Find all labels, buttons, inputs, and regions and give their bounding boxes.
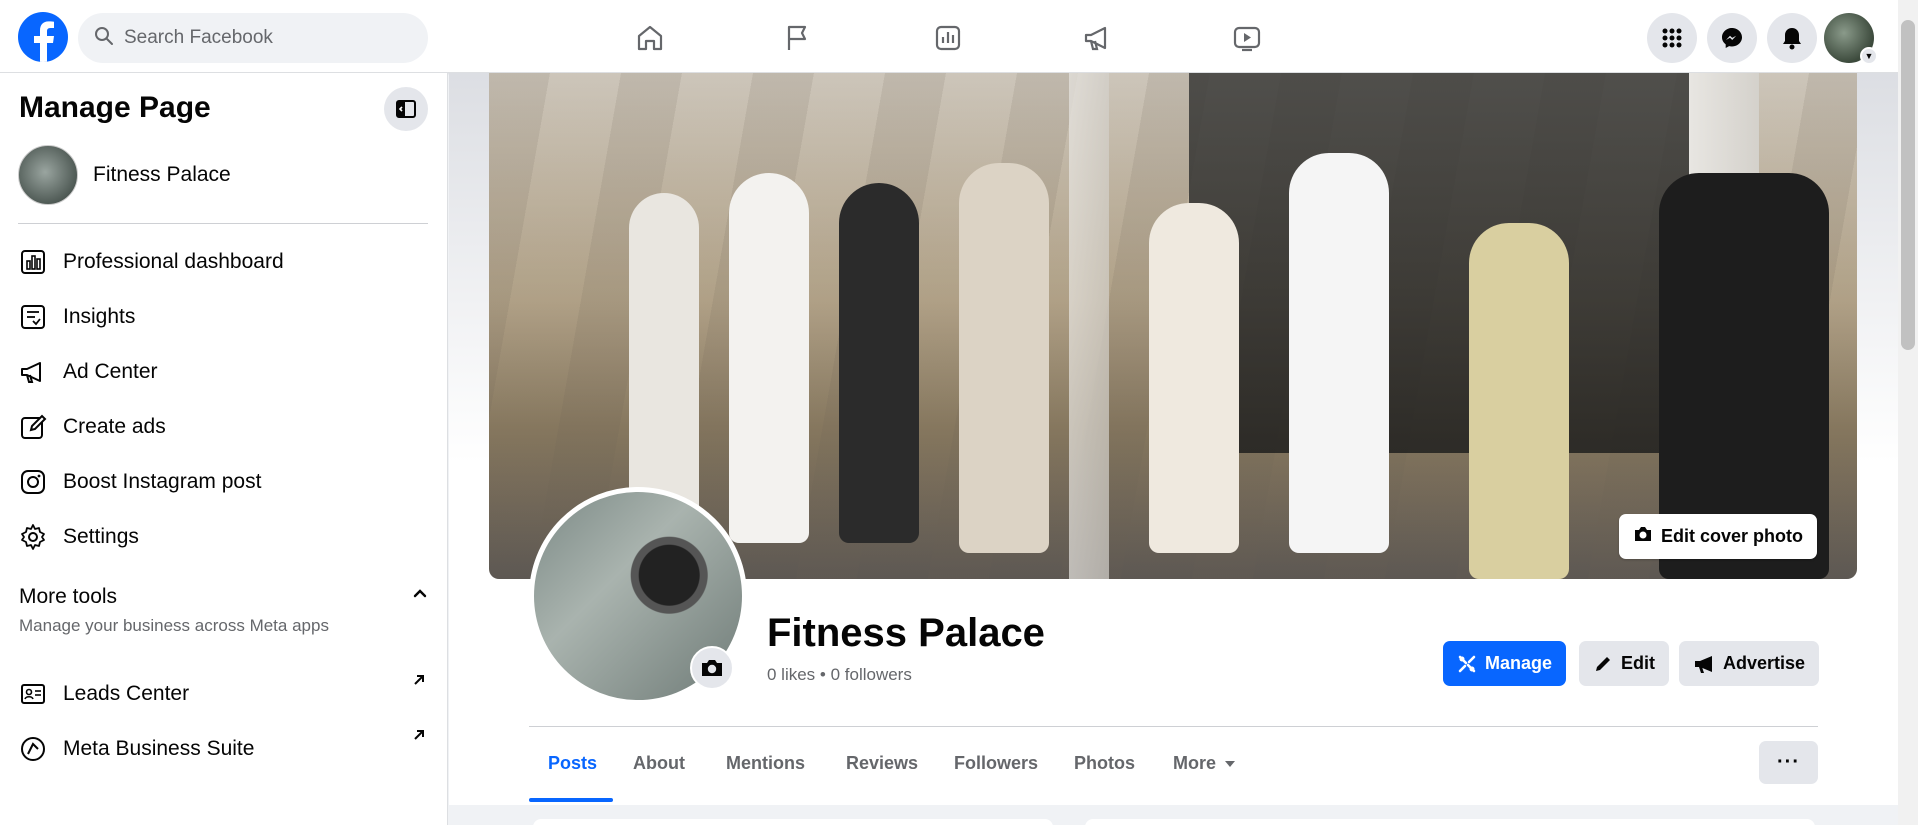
sidebar-item-label: Insights	[63, 305, 136, 328]
megaphone-icon	[18, 357, 48, 387]
chevron-up-icon[interactable]	[410, 583, 430, 603]
tab-more[interactable]: More	[1173, 753, 1236, 774]
megaphone-icon	[1693, 654, 1715, 674]
camera-icon[interactable]	[690, 646, 734, 690]
pencil-icon	[1593, 654, 1613, 674]
tab-about[interactable]: About	[633, 753, 685, 774]
chevron-down-icon[interactable]: ▼	[1860, 47, 1878, 65]
search-bar[interactable]	[78, 13, 428, 63]
posts-card	[1085, 819, 1815, 825]
sidebar-item-create-ads[interactable]: Create ads	[18, 407, 166, 447]
sidebar-item-label: Settings	[63, 525, 139, 548]
edit-button[interactable]: Edit	[1579, 641, 1669, 686]
video-icon[interactable]	[1227, 18, 1267, 58]
intro-card	[533, 819, 1053, 825]
facebook-logo-icon[interactable]	[18, 12, 68, 62]
sidebar-item-boost-instagram-post[interactable]: Boost Instagram post	[18, 462, 261, 502]
more-options-button[interactable]: ···	[1759, 741, 1818, 784]
gear-icon	[18, 522, 48, 552]
manage-button[interactable]: Manage	[1443, 641, 1567, 686]
page-main-content: Edit cover photo Fitness Palace 0 likes …	[449, 73, 1898, 825]
edit-cover-photo-label: Edit cover photo	[1660, 526, 1803, 546]
active-tab-indicator	[529, 798, 613, 802]
sidebar-item-label: Meta Business Suite	[63, 737, 255, 760]
sidebar-title: Manage Page	[19, 91, 211, 124]
sidebar-item-label: Create ads	[63, 415, 166, 438]
messenger-icon[interactable]	[1707, 13, 1757, 63]
advertise-button[interactable]: Advertise	[1679, 641, 1820, 686]
edit-label: Edit	[1621, 653, 1655, 673]
sidebar-item-meta-business-suite[interactable]: Meta Business Suite	[18, 729, 254, 769]
megaphone-icon[interactable]	[1077, 18, 1117, 58]
pages-flag-icon[interactable]	[778, 18, 818, 58]
search-input[interactable]	[124, 27, 404, 49]
sidebar-item-label: Boost Instagram post	[63, 470, 262, 493]
page-name: Fitness Palace	[93, 163, 231, 186]
sidebar-item-label: Professional dashboard	[63, 250, 284, 273]
tab-followers[interactable]: Followers	[954, 753, 1038, 774]
edit-cover-photo-button[interactable]: Edit cover photo	[1618, 514, 1817, 559]
leads-icon	[18, 679, 48, 709]
sidebar-item-label: Leads Center	[63, 682, 190, 705]
notifications-bell-icon[interactable]	[1767, 13, 1817, 63]
manage-label: Manage	[1485, 653, 1553, 673]
tab-mentions[interactable]: Mentions	[726, 753, 805, 774]
page-scrollbar[interactable]	[1898, 0, 1918, 825]
sidebar-item-label: Ad Center	[63, 360, 158, 383]
more-tools-heading[interactable]: More tools	[19, 585, 117, 609]
page-switcher[interactable]: Fitness Palace	[18, 145, 231, 205]
external-link-arrow-icon	[410, 726, 428, 744]
collapse-sidebar-icon[interactable]	[384, 87, 428, 131]
sidebar-item-leads-center[interactable]: Leads Center	[18, 674, 189, 714]
search-icon	[94, 26, 114, 51]
sidebar-item-professional-dashboard[interactable]: Professional dashboard	[18, 242, 284, 282]
page-stats[interactable]: 0 likes • 0 followers	[767, 665, 912, 685]
tab-more-label: More	[1173, 753, 1217, 773]
tab-reviews[interactable]: Reviews	[846, 753, 918, 774]
dashboard-icon	[18, 247, 48, 277]
insights-icon	[18, 302, 48, 332]
divider	[18, 223, 428, 224]
instagram-icon	[18, 467, 48, 497]
meta-business-icon	[18, 734, 48, 764]
advertise-label: Advertise	[1723, 653, 1806, 673]
more-tools-subtitle: Manage your business across Meta apps	[19, 616, 329, 635]
tools-icon	[1457, 654, 1477, 674]
sidebar-item-settings[interactable]: Settings	[18, 517, 139, 557]
insights-chart-icon[interactable]	[928, 18, 968, 58]
pencil-icon	[18, 412, 48, 442]
top-navigation-bar: ▼	[0, 0, 1898, 73]
menu-grid-icon[interactable]	[1647, 13, 1697, 63]
manage-page-sidebar: Manage Page Fitness Palace Professional …	[0, 73, 448, 825]
tab-posts[interactable]: Posts	[548, 753, 597, 774]
sidebar-item-insights[interactable]: Insights	[18, 297, 135, 337]
camera-icon	[1633, 525, 1653, 548]
caret-down-icon	[1224, 760, 1236, 768]
tab-photos[interactable]: Photos	[1074, 753, 1135, 774]
external-link-arrow-icon	[410, 671, 428, 689]
sidebar-item-ad-center[interactable]: Ad Center	[18, 352, 158, 392]
page-title: Fitness Palace	[767, 611, 1045, 655]
page-avatar	[18, 145, 78, 205]
scrollbar-thumb[interactable]	[1901, 20, 1915, 350]
divider	[529, 726, 1818, 727]
home-icon[interactable]	[630, 18, 670, 58]
